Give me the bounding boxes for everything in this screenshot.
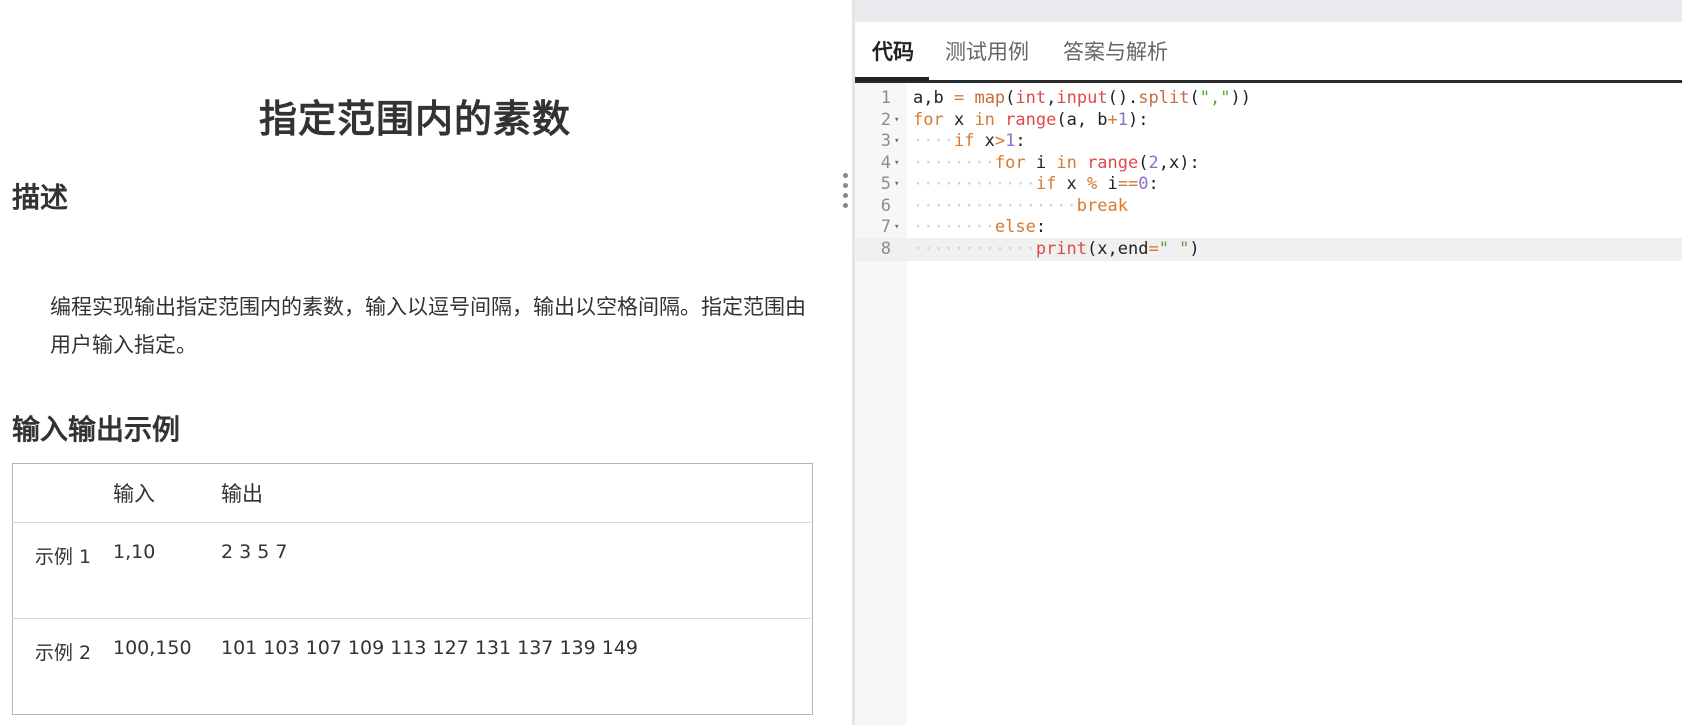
description-heading: 描述 (12, 181, 69, 214)
line-number: 6 (880, 195, 891, 216)
code-text: ············print(x,end=" ") (913, 238, 1200, 259)
example-output: 101 103 107 109 113 127 131 137 139 149 (221, 637, 639, 659)
code-text: ········for i in range(2,x): (913, 152, 1200, 173)
line-number: 8 (880, 238, 891, 259)
tab-test-cases[interactable]: 测试用例 (945, 36, 1029, 66)
code-editor[interactable]: 1 a,b = map(int,input().split(",")) 2 ▾ for … (855, 83, 1682, 725)
example-output: 2 3 5 7 (221, 541, 288, 563)
example-input: 1,10 (113, 541, 156, 563)
table-header-input: 输入 (113, 482, 155, 506)
fold-arrow-icon[interactable]: ▾ (894, 152, 899, 175)
table-header-output: 输出 (221, 482, 263, 506)
code-line[interactable]: 8 ············print(x,end=" ") (855, 237, 1682, 261)
table-header-empty (13, 464, 114, 523)
code-text: for x in range(a, b+1): (913, 109, 1149, 130)
example-label: 示例 1 (34, 546, 92, 568)
line-number: 4 (880, 152, 891, 173)
code-text: ············if x % i==0: (913, 174, 1159, 194)
code-text: ········else: (913, 217, 1047, 237)
code-line[interactable]: 5 ▾ ············if x % i==0: (855, 173, 1682, 196)
code-text: a,b = map(int,input().split(",")) (913, 88, 1251, 108)
code-line[interactable]: 3 ▾ ····if x>1: (855, 130, 1682, 153)
tab-code[interactable]: 代码 (872, 36, 914, 66)
code-text: ················break (913, 195, 1128, 216)
drag-handle-icon[interactable] (843, 173, 849, 219)
io-examples-table: 输入 输出 示例 1 1,10 2 3 5 7 示例 2 100,150 101… (12, 463, 813, 715)
line-number: 3 (880, 131, 891, 151)
editor-top-strip (855, 0, 1682, 22)
example-label: 示例 2 (34, 642, 92, 664)
fold-arrow-icon[interactable]: ▾ (894, 130, 899, 153)
table-row: 示例 2 100,150 101 103 107 109 113 127 131… (12, 618, 813, 715)
table-row: 示例 1 1,10 2 3 5 7 (12, 522, 813, 619)
example-input: 100,150 (113, 637, 192, 659)
code-line[interactable]: 6 ················break (855, 195, 1682, 218)
line-number: 7 (880, 217, 891, 237)
tab-answer-analysis[interactable]: 答案与解析 (1063, 36, 1168, 66)
problem-pane: 指定范围内的素数 描述 编程实现输出指定范围内的素数，输入以逗号间隔，输出以空格… (0, 0, 855, 725)
table-header-row: 输入 输出 (12, 464, 813, 523)
code-line[interactable]: 7 ▾ ········else: (855, 216, 1682, 239)
code-line[interactable]: 2 ▾ for x in range(a, b+1): (855, 109, 1682, 132)
line-number: 2 (880, 109, 891, 130)
fold-arrow-icon[interactable]: ▾ (894, 109, 899, 132)
editor-pane: 代码 测试用例 答案与解析 1 a,b = map(int,input().spl… (855, 0, 1682, 725)
io-examples-heading: 输入输出示例 (12, 413, 181, 446)
line-number: 1 (880, 88, 891, 108)
active-tab-underline (855, 77, 929, 81)
code-text: ····if x>1: (913, 131, 1026, 151)
fold-arrow-icon[interactable]: ▾ (894, 173, 899, 196)
editor-tabbar: 代码 测试用例 答案与解析 (855, 22, 1682, 83)
problem-title: 指定范围内的素数 (258, 97, 571, 141)
description-text: 编程实现输出指定范围内的素数，输入以逗号间隔，输出以空格间隔。指定范围由用户输入… (50, 295, 806, 357)
code-line[interactable]: 4 ▾ ········for i in range(2,x): (855, 152, 1682, 175)
fold-arrow-icon[interactable]: ▾ (894, 216, 899, 239)
code-line[interactable]: 1 a,b = map(int,input().split(",")) (855, 87, 1682, 110)
line-number: 5 (880, 174, 891, 194)
